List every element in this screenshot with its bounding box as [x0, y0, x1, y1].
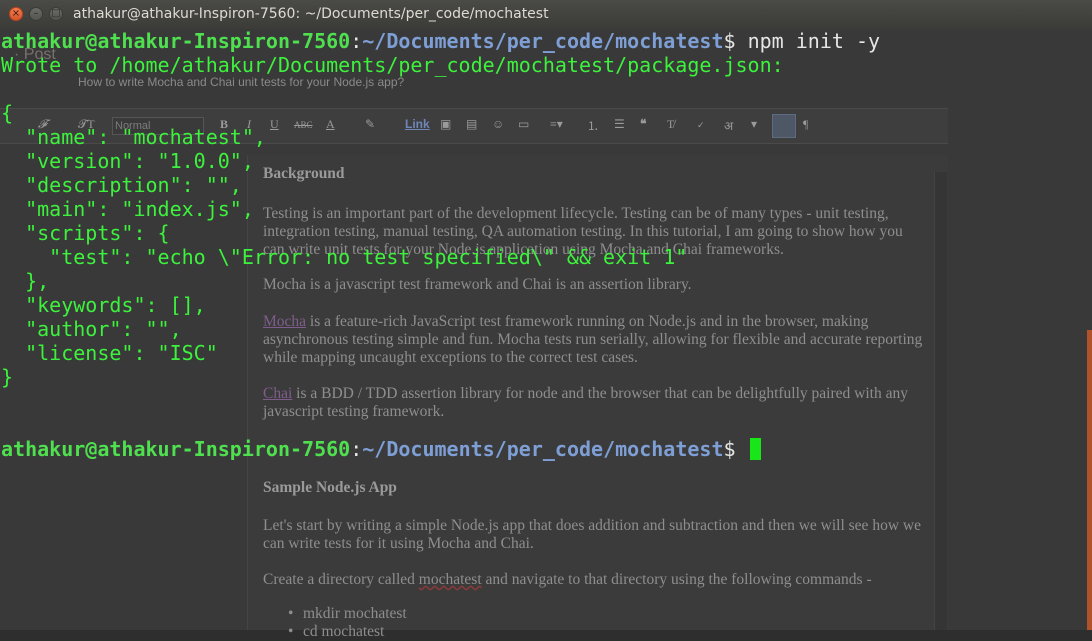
json-line: "author": "",: [1, 317, 182, 341]
maximize-button[interactable]: □: [49, 7, 63, 21]
maximize-icon: □: [51, 8, 61, 19]
command-text: npm init -y: [747, 29, 881, 53]
json-line: "test": "echo \"Error: no test specified…: [1, 245, 688, 269]
json-line: },: [1, 269, 50, 293]
minimize-button[interactable]: –: [29, 7, 43, 21]
prompt-path: ~/Documents/per_code/mochatest: [362, 437, 724, 461]
prompt-user: athakur@athakur-Inspiron-7560: [1, 437, 351, 461]
json-line: "license": "ISC": [1, 341, 218, 365]
window-titlebar: × – □ athakur@athakur-Inspiron-7560: ~/D…: [0, 0, 1092, 30]
json-line: "scripts": {: [1, 221, 170, 245]
json-line: }: [1, 365, 14, 389]
prompt-path: ~/Documents/per_code/mochatest: [362, 29, 724, 53]
window-title: athakur@athakur-Inspiron-7560: ~/Documen…: [73, 6, 549, 22]
json-line: "main": "index.js",: [1, 197, 254, 221]
close-icon: ×: [11, 8, 21, 19]
terminal-cursor: [749, 438, 761, 460]
prompt-user: athakur@athakur-Inspiron-7560: [1, 29, 351, 53]
json-line: "name": "mochatest",: [1, 125, 266, 149]
terminal-output[interactable]: athakur@athakur-Inspiron-7560:~/Document…: [0, 29, 1092, 630]
json-line: "version": "1.0.0",: [1, 149, 254, 173]
json-line: "keywords": [],: [1, 293, 206, 317]
json-line: "description": "",: [1, 173, 242, 197]
prompt-line-2: athakur@athakur-Inspiron-7560:~/Document…: [1, 437, 761, 461]
minimize-icon: –: [33, 8, 39, 19]
json-line: {: [1, 101, 14, 125]
prompt-line-1: athakur@athakur-Inspiron-7560:~/Document…: [1, 29, 881, 53]
close-button[interactable]: ×: [9, 7, 23, 21]
wrote-line: Wrote to /home/athakur/Documents/per_cod…: [1, 53, 784, 77]
